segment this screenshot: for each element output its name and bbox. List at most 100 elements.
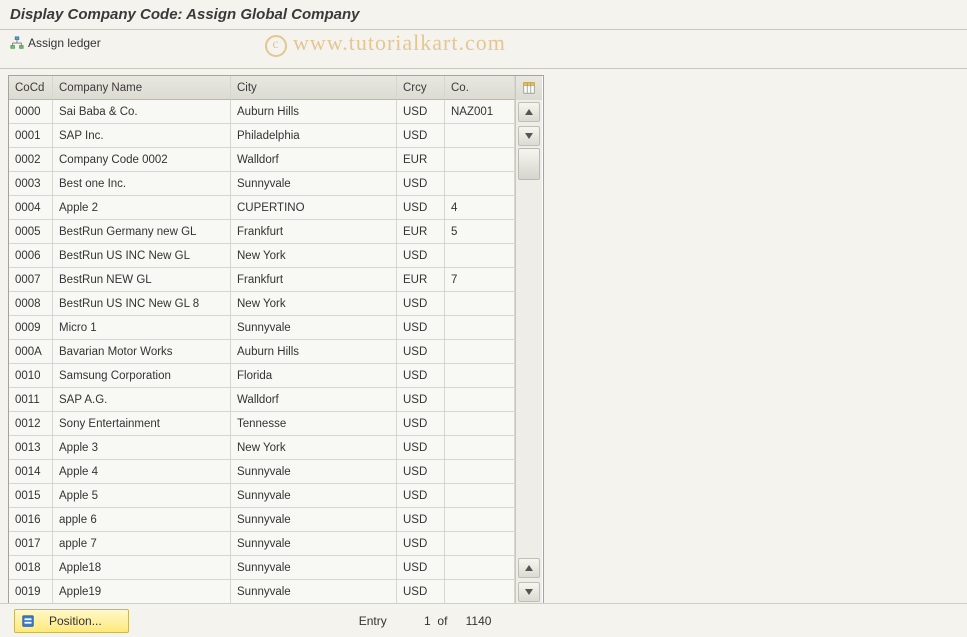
assign-ledger-button[interactable]: Assign ledger (10, 36, 101, 50)
cell-company[interactable] (445, 148, 515, 172)
cell-company[interactable] (445, 316, 515, 340)
cell-company-name[interactable]: Company Code 0002 (53, 148, 231, 172)
cell-cocd[interactable]: 000A (9, 340, 53, 364)
table-row[interactable]: 0008BestRun US INC New GL 8New YorkUSD (9, 292, 515, 316)
table-row[interactable]: 0004Apple 2CUPERTINOUSD4 (9, 196, 515, 220)
cell-cocd[interactable]: 0002 (9, 148, 53, 172)
scroll-up-button[interactable] (518, 102, 540, 122)
cell-company[interactable] (445, 172, 515, 196)
cell-city[interactable]: New York (231, 436, 397, 460)
table-row[interactable]: 0003Best one Inc.SunnyvaleUSD (9, 172, 515, 196)
table-row[interactable]: 0012Sony EntertainmentTennesseUSD (9, 412, 515, 436)
cell-company-name[interactable]: Sai Baba & Co. (53, 100, 231, 124)
cell-currency[interactable]: USD (397, 532, 445, 556)
cell-company[interactable] (445, 412, 515, 436)
cell-company[interactable] (445, 508, 515, 532)
cell-cocd[interactable]: 0001 (9, 124, 53, 148)
cell-currency[interactable]: USD (397, 292, 445, 316)
col-header-company[interactable]: Co. (445, 76, 515, 100)
cell-cocd[interactable]: 0016 (9, 508, 53, 532)
table-row[interactable]: 0001SAP Inc.PhiladelphiaUSD (9, 124, 515, 148)
cell-company-name[interactable]: Apple19 (53, 580, 231, 604)
cell-company[interactable] (445, 436, 515, 460)
cell-company[interactable]: 7 (445, 268, 515, 292)
cell-city[interactable]: New York (231, 292, 397, 316)
cell-company[interactable] (445, 340, 515, 364)
vertical-scrollbar[interactable] (516, 100, 542, 604)
cell-company[interactable] (445, 364, 515, 388)
cell-company-name[interactable]: Apple 5 (53, 484, 231, 508)
cell-cocd[interactable]: 0013 (9, 436, 53, 460)
cell-company[interactable] (445, 244, 515, 268)
cell-currency[interactable]: USD (397, 124, 445, 148)
cell-company-name[interactable]: BestRun US INC New GL 8 (53, 292, 231, 316)
cell-currency[interactable]: EUR (397, 220, 445, 244)
cell-company-name[interactable]: apple 7 (53, 532, 231, 556)
cell-currency[interactable]: EUR (397, 268, 445, 292)
cell-city[interactable]: Sunnyvale (231, 532, 397, 556)
cell-currency[interactable]: EUR (397, 148, 445, 172)
col-header-cocd[interactable]: CoCd (9, 76, 53, 100)
cell-cocd[interactable]: 0008 (9, 292, 53, 316)
cell-company-name[interactable]: Apple18 (53, 556, 231, 580)
cell-city[interactable]: Walldorf (231, 148, 397, 172)
cell-company-name[interactable]: Apple 2 (53, 196, 231, 220)
cell-city[interactable]: Sunnyvale (231, 556, 397, 580)
table-row[interactable]: 0016apple 6SunnyvaleUSD (9, 508, 515, 532)
cell-currency[interactable]: USD (397, 100, 445, 124)
table-row[interactable]: 0002Company Code 0002WalldorfEUR (9, 148, 515, 172)
cell-cocd[interactable]: 0009 (9, 316, 53, 340)
cell-currency[interactable]: USD (397, 340, 445, 364)
cell-company-name[interactable]: Samsung Corporation (53, 364, 231, 388)
cell-company[interactable] (445, 580, 515, 604)
cell-company[interactable] (445, 124, 515, 148)
cell-cocd[interactable]: 0011 (9, 388, 53, 412)
table-row[interactable]: 0006BestRun US INC New GLNew YorkUSD (9, 244, 515, 268)
scroll-down-button[interactable] (518, 582, 540, 602)
cell-city[interactable]: CUPERTINO (231, 196, 397, 220)
table-row[interactable]: 0017apple 7SunnyvaleUSD (9, 532, 515, 556)
cell-city[interactable]: Sunnyvale (231, 580, 397, 604)
cell-currency[interactable]: USD (397, 580, 445, 604)
cell-currency[interactable]: USD (397, 436, 445, 460)
cell-city[interactable]: Sunnyvale (231, 508, 397, 532)
cell-cocd[interactable]: 0012 (9, 412, 53, 436)
cell-currency[interactable]: USD (397, 460, 445, 484)
table-row[interactable]: 0009Micro 1SunnyvaleUSD (9, 316, 515, 340)
table-row[interactable]: 0019Apple19SunnyvaleUSD (9, 580, 515, 604)
table-row[interactable]: 0000Sai Baba & Co.Auburn HillsUSDNAZ001 (9, 100, 515, 124)
table-row[interactable]: 0010Samsung CorporationFloridaUSD (9, 364, 515, 388)
cell-cocd[interactable]: 0014 (9, 460, 53, 484)
table-row[interactable]: 0011SAP A.G.WalldorfUSD (9, 388, 515, 412)
cell-cocd[interactable]: 0006 (9, 244, 53, 268)
cell-city[interactable]: Sunnyvale (231, 316, 397, 340)
cell-company-name[interactable]: apple 6 (53, 508, 231, 532)
cell-currency[interactable]: USD (397, 316, 445, 340)
cell-cocd[interactable]: 0017 (9, 532, 53, 556)
cell-city[interactable]: Walldorf (231, 388, 397, 412)
cell-company[interactable] (445, 532, 515, 556)
cell-cocd[interactable]: 0005 (9, 220, 53, 244)
cell-city[interactable]: Sunnyvale (231, 172, 397, 196)
col-header-currency[interactable]: Crcy (397, 76, 445, 100)
cell-currency[interactable]: USD (397, 388, 445, 412)
cell-company[interactable] (445, 460, 515, 484)
cell-company-name[interactable]: Micro 1 (53, 316, 231, 340)
cell-company-name[interactable]: BestRun US INC New GL (53, 244, 231, 268)
cell-city[interactable]: Sunnyvale (231, 460, 397, 484)
cell-company[interactable]: NAZ001 (445, 100, 515, 124)
cell-currency[interactable]: USD (397, 364, 445, 388)
cell-company-name[interactable]: SAP Inc. (53, 124, 231, 148)
cell-cocd[interactable]: 0010 (9, 364, 53, 388)
cell-cocd[interactable]: 0000 (9, 100, 53, 124)
col-header-company-name[interactable]: Company Name (53, 76, 231, 100)
cell-company-name[interactable]: Apple 3 (53, 436, 231, 460)
cell-company-name[interactable]: Apple 4 (53, 460, 231, 484)
cell-currency[interactable]: USD (397, 244, 445, 268)
cell-cocd[interactable]: 0004 (9, 196, 53, 220)
cell-cocd[interactable]: 0019 (9, 580, 53, 604)
cell-city[interactable]: Auburn Hills (231, 340, 397, 364)
table-row[interactable]: 0005BestRun Germany new GLFrankfurtEUR5 (9, 220, 515, 244)
cell-company-name[interactable]: Best one Inc. (53, 172, 231, 196)
cell-city[interactable]: New York (231, 244, 397, 268)
